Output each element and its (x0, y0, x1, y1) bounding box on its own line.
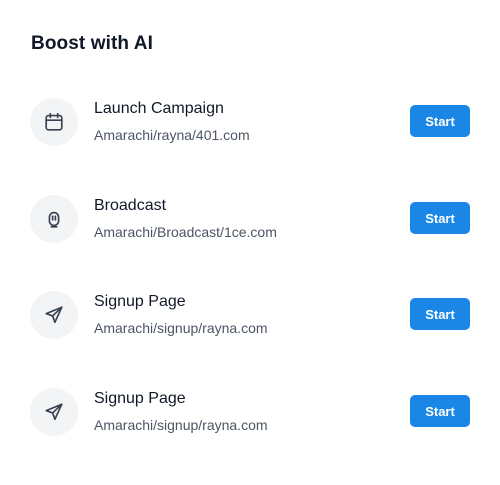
item-subtitle: Amarachi/signup/rayna.com (94, 417, 268, 433)
microphone-icon (30, 195, 78, 243)
item-subtitle: Amarachi/rayna/401.com (94, 127, 250, 143)
panel-title: Boost with AI (31, 33, 153, 54)
list-item-signup-page: Signup Page Amarachi/signup/rayna.com St… (0, 291, 500, 351)
item-subtitle: Amarachi/signup/rayna.com (94, 320, 268, 336)
start-button[interactable]: Start (410, 395, 470, 427)
start-button[interactable]: Start (410, 298, 470, 330)
list-item-signup-page: Signup Page Amarachi/signup/rayna.com St… (0, 388, 500, 448)
send-icon (30, 291, 78, 339)
item-title: Launch Campaign (94, 100, 224, 117)
start-button[interactable]: Start (410, 202, 470, 234)
calendar-icon (30, 98, 78, 146)
list-item-broadcast: Broadcast Amarachi/Broadcast/1ce.com Sta… (0, 195, 500, 255)
item-title: Broadcast (94, 197, 167, 214)
send-icon (30, 388, 78, 436)
start-button[interactable]: Start (410, 105, 470, 137)
item-title: Signup Page (94, 390, 186, 407)
item-title: Signup Page (94, 293, 186, 310)
item-subtitle: Amarachi/Broadcast/1ce.com (94, 224, 277, 240)
list-item-launch-campaign: Launch Campaign Amarachi/rayna/401.com S… (0, 98, 500, 158)
boost-with-ai-panel: Boost with AI Launch Campaign Amarachi/r… (0, 0, 500, 485)
